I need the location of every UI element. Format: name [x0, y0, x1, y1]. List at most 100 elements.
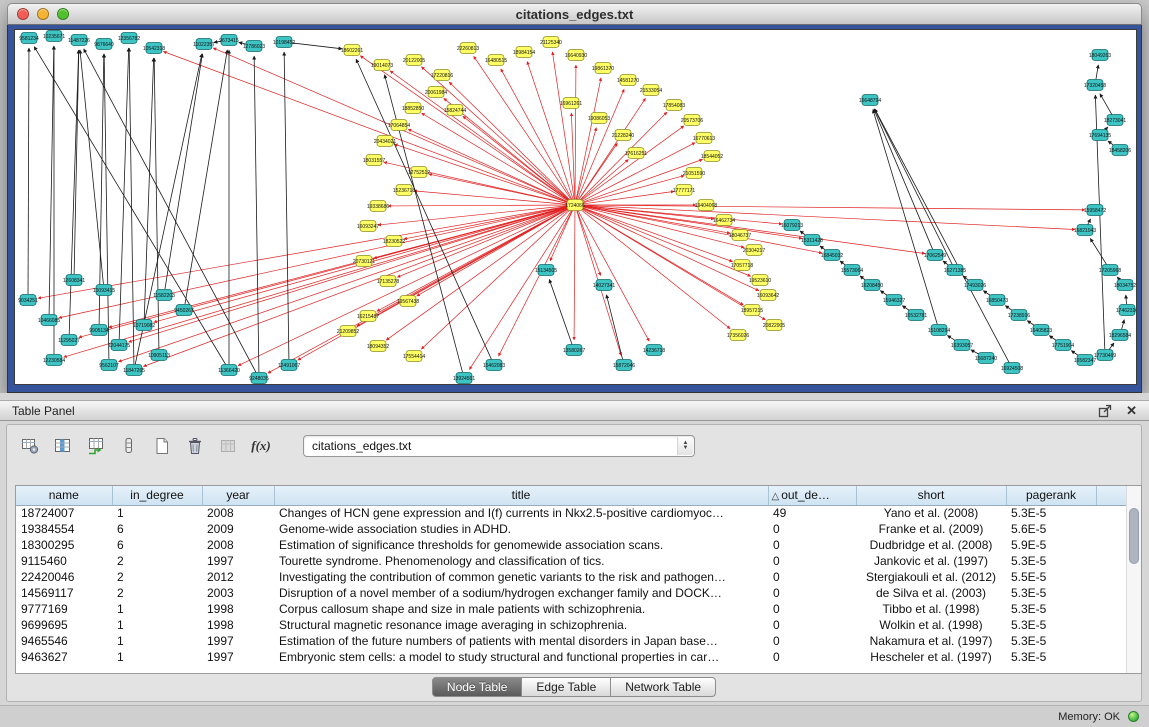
network-node[interactable]: 17854083	[663, 100, 685, 111]
network-node[interactable]: 21051590	[683, 168, 705, 179]
network-node[interactable]: 16405823	[1030, 325, 1052, 336]
table-row[interactable]: 1456911722003Disruption of a novel membe…	[16, 585, 1126, 601]
network-node[interactable]: 16079213	[781, 220, 803, 231]
network-node[interactable]: 18094352	[367, 341, 389, 352]
network-node[interactable]: 20304217	[743, 245, 765, 256]
network-node[interactable]: 16648794	[859, 95, 881, 106]
network-node[interactable]: 17730469	[1094, 350, 1116, 361]
tab-node-table[interactable]: Node Table	[432, 677, 523, 697]
table-panel-bar[interactable]: Table Panel ✕	[0, 400, 1149, 421]
network-node[interactable]: 11366420	[218, 365, 240, 376]
column-header-pagerank[interactable]: pagerank	[1006, 486, 1096, 505]
table-selector-combobox[interactable]: citations_edges.txt ▲▼	[303, 435, 695, 457]
network-node[interactable]: 18296584	[1109, 330, 1131, 341]
network-node[interactable]: 9034251	[18, 295, 38, 306]
table-row[interactable]: 911546021997Tourette syndrome. Phenomeno…	[16, 553, 1126, 569]
network-node[interactable]: 12356782	[118, 33, 140, 44]
close-panel-icon[interactable]: ✕	[1126, 403, 1137, 419]
network-node[interactable]: 15872046	[613, 360, 635, 371]
network-node[interactable]: 16850473	[986, 295, 1008, 306]
network-node[interactable]: 17616251	[625, 148, 647, 159]
network-node[interactable]: 16961261	[560, 98, 582, 109]
network-node[interactable]: 16845032	[821, 250, 843, 261]
network-node[interactable]: 17493026	[964, 280, 986, 291]
rows-icon[interactable]	[116, 433, 142, 459]
zoom-window-icon[interactable]	[57, 8, 69, 20]
network-node[interactable]: 17064854	[388, 120, 410, 131]
column-header-in-degree[interactable]: in_degree	[112, 486, 202, 505]
network-node[interactable]: 20061984	[425, 87, 447, 98]
table-row[interactable]: 1872400712008Changes of HCN gene express…	[16, 505, 1126, 521]
network-node[interactable]: 17220816	[431, 70, 453, 81]
table-row[interactable]: 969969511998Structural magnetic resonanc…	[16, 617, 1126, 633]
network-node[interactable]: 17135278	[377, 276, 399, 287]
delete-icon[interactable]	[182, 433, 208, 459]
network-node[interactable]: 11582203	[153, 290, 175, 301]
network-node[interactable]: 19086053	[588, 113, 610, 124]
window-titlebar[interactable]: citations_edges.txt	[7, 3, 1142, 25]
network-node[interactable]: 21125340	[540, 37, 562, 48]
network-node[interactable]: 11295027	[58, 335, 80, 346]
network-node[interactable]: 16640930	[565, 50, 587, 61]
network-node[interactable]: 18544052	[701, 151, 723, 162]
network-node[interactable]: 12752512	[408, 167, 430, 178]
network-node[interactable]: 9876640	[94, 39, 114, 50]
table-row[interactable]: 977716911998Corpus callosum shape and si…	[16, 601, 1126, 617]
network-node[interactable]: 20122005	[403, 55, 425, 66]
network-node[interactable]: 12786023	[243, 41, 265, 52]
network-node[interactable]: 17751904	[1052, 340, 1074, 351]
network-node[interactable]: 16462734	[713, 215, 735, 226]
network-node[interactable]: 20434021	[374, 136, 396, 147]
network-node[interactable]: 18034752	[1114, 280, 1136, 291]
network-node[interactable]: 10198452	[273, 37, 295, 48]
combobox-arrows-icon[interactable]: ▲▼	[677, 437, 693, 455]
network-node[interactable]: 16924508	[1001, 363, 1023, 374]
network-node[interactable]: 14581270	[617, 75, 639, 86]
network-node[interactable]: 15958472	[1084, 205, 1106, 216]
tab-network-table[interactable]: Network Table	[611, 677, 716, 697]
column-header-name[interactable]: name	[16, 486, 112, 505]
network-node[interactable]: 15108294	[928, 325, 950, 336]
network-node[interactable]: 17205968	[1099, 265, 1121, 276]
network-node[interactable]: 16215487	[357, 311, 379, 322]
network-node[interactable]: 9562107	[99, 360, 119, 371]
network-node[interactable]: 10719082	[133, 320, 155, 331]
column-header-year[interactable]: year	[202, 486, 274, 505]
network-node[interactable]: 18602261	[341, 45, 363, 56]
network-node[interactable]: 18957215	[741, 305, 763, 316]
network-node[interactable]: 10905113	[148, 350, 170, 361]
import-table-icon[interactable]	[83, 433, 109, 459]
network-node[interactable]: 11022357	[193, 39, 215, 50]
network-node[interactable]: 19523610	[749, 275, 771, 286]
tab-edge-table[interactable]: Edge Table	[522, 677, 611, 697]
network-node[interactable]: 22260813	[457, 43, 479, 54]
function-builder-icon[interactable]: f(x)	[248, 433, 274, 459]
table-row[interactable]: 946362711997Embryonic stem cells: a mode…	[16, 649, 1126, 665]
network-node[interactable]: 15946327	[883, 295, 905, 306]
network-node[interactable]: 16480515	[485, 55, 507, 66]
network-node[interactable]: 19338686	[367, 201, 389, 212]
table-settings-icon[interactable]	[17, 433, 43, 459]
network-node[interactable]: 20822905	[763, 320, 785, 331]
select-columns-icon[interactable]	[50, 433, 76, 459]
network-node[interactable]: 9905134	[89, 325, 109, 336]
network-node[interactable]: 16208450	[861, 280, 883, 291]
table-vertical-scrollbar[interactable]	[1126, 486, 1141, 673]
network-node[interactable]: 17057718	[731, 260, 753, 271]
network-node[interactable]: 18852850	[402, 103, 424, 114]
network-node[interactable]: 16821043	[1074, 225, 1096, 236]
network-node[interactable]: 9673415	[219, 35, 239, 46]
network-node[interactable]: 12044175	[108, 340, 130, 351]
network-node[interactable]: 16093642	[757, 290, 779, 301]
network-node[interactable]: 15573064	[841, 265, 863, 276]
network-node[interactable]: 10542318	[143, 43, 165, 54]
column-header-title[interactable]: title	[274, 486, 768, 505]
network-node[interactable]: 16093247	[357, 221, 379, 232]
network-node[interactable]: 17356026	[727, 330, 749, 341]
network-node[interactable]: 15311428	[801, 235, 823, 246]
network-node[interactable]: 18458206	[1109, 145, 1131, 156]
network-node[interactable]: 17238916	[1008, 310, 1030, 321]
network-node[interactable]: 21209852	[337, 326, 359, 337]
network-node[interactable]: 11487226	[68, 35, 90, 46]
network-canvas[interactable]: 1724066188528501706485420434021180315571…	[15, 30, 1136, 384]
